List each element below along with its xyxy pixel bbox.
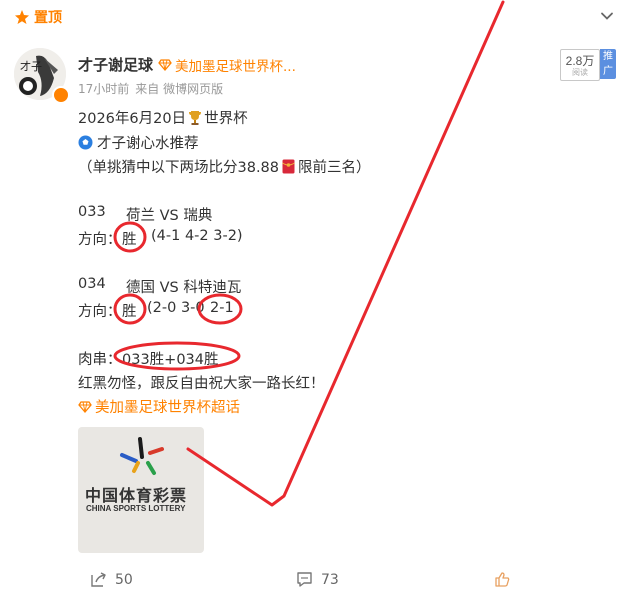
thumbs-up-icon (495, 572, 510, 587)
post-closing: 红黑勿怪，跟反自由祝大家一路长红！ (78, 376, 325, 392)
comment-count: 73 (321, 571, 339, 588)
svg-text:才子: 才子 (20, 59, 42, 73)
post-line-prize: （单挑猜中以下两场比分38.88 限前三名） (78, 159, 371, 176)
pinned-label: 置顶 (34, 10, 62, 26)
post-image[interactable]: 中国体育彩票 CHINA SPORTS LOTTERY (78, 427, 204, 553)
match-1-teams: 荷兰 VS 瑞典 (126, 208, 213, 224)
post-source: 来自 微博网页版 (135, 82, 224, 96)
match-1-scores: (4-1 4-2 3-2) (151, 228, 243, 244)
share-icon (91, 572, 106, 587)
match-1-direction-label: 方向： (78, 232, 122, 248)
post-time[interactable]: 17小时前 (78, 80, 129, 97)
super-topic-label: 美加墨足球世界杯... (175, 59, 296, 75)
match-2-direction-label: 方向： (78, 304, 122, 320)
match-2-scores: (2-0 3-0 (147, 300, 205, 316)
match-2-code: 034 (78, 276, 106, 292)
match-2-teams: 德国 VS 科特迪瓦 (126, 280, 242, 296)
topic-link[interactable]: 美加墨足球世界杯超话 (78, 396, 240, 417)
super-topic-link[interactable]: 美加墨足球世界杯... (158, 55, 296, 75)
post-meta: 17小时前 来自 微博网页版 (78, 80, 223, 97)
topic-link-label: 美加墨足球世界杯超话 (95, 400, 240, 416)
repost-count: 50 (115, 571, 133, 588)
post-line-title: 才子谢心水推荐 (78, 132, 199, 153)
lottery-name-cn: 中国体育彩票 (85, 486, 188, 505)
chevron-down-icon[interactable] (599, 8, 615, 24)
trophy-icon (189, 110, 202, 125)
match-2-scores-highlight: 2-1 (210, 300, 234, 316)
match-1-code: 033 (78, 204, 106, 220)
diamond-icon (158, 59, 172, 71)
read-count-badge: 2.8万 阅读 (560, 49, 600, 81)
diamond-icon (78, 400, 92, 413)
author-name[interactable]: 才子谢足球 (78, 54, 153, 75)
read-count-label: 阅读 (572, 68, 588, 77)
lottery-logo-icon (120, 437, 164, 475)
pinned-indicator: 置顶 (14, 6, 62, 28)
repost-button[interactable]: 50 (90, 571, 133, 588)
pin-icon (15, 10, 29, 24)
combo-label: 肉串： (78, 352, 122, 368)
verified-badge-icon (52, 86, 70, 104)
post-line-date: 2026年6月20日 世界杯 (78, 110, 248, 127)
combo-value: 033胜+034胜 (122, 352, 219, 368)
match-2-direction: 胜 (122, 304, 137, 320)
comment-button[interactable]: 73 (296, 571, 339, 588)
match-1-direction: 胜 (122, 232, 137, 248)
comment-icon (297, 572, 312, 587)
red-envelope-icon (282, 159, 295, 174)
lottery-name-en: CHINA SPORTS LOTTERY (86, 504, 186, 513)
promote-tag[interactable]: 推广 (600, 49, 616, 79)
soccer-ball-icon (78, 135, 93, 150)
like-button[interactable] (494, 571, 511, 588)
annotation-check-mark (186, 0, 505, 507)
